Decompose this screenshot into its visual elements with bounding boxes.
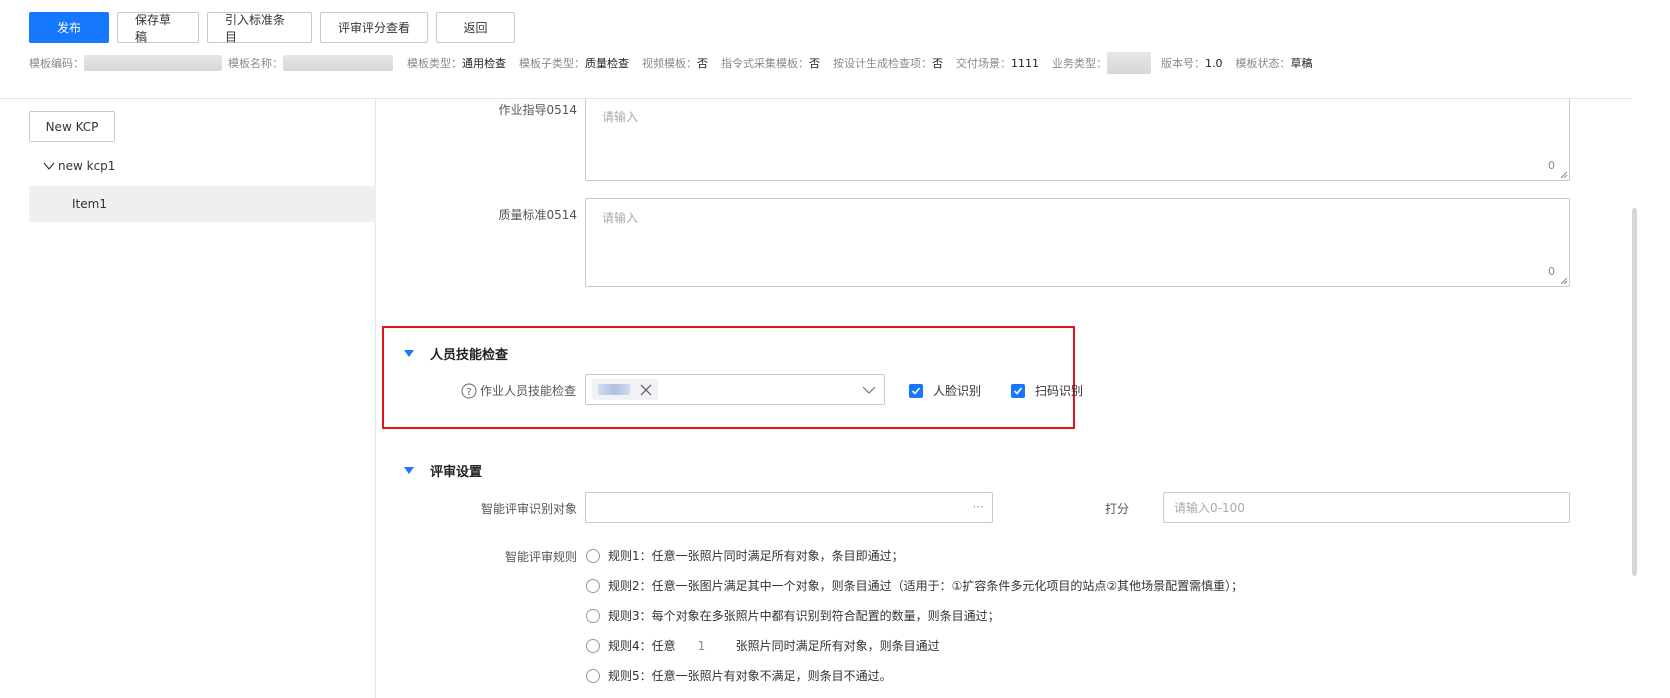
skill-section-header[interactable]: 人员技能检查	[404, 344, 508, 363]
scan-recognition-checkbox[interactable]: 扫码识别	[1011, 382, 1083, 399]
tree-node-kcp[interactable]: new kcp1	[42, 159, 115, 173]
template-type-label: 模板类型：	[407, 57, 462, 70]
delivery-scene-value: 1111	[1011, 56, 1039, 70]
publish-button[interactable]: 发布	[29, 12, 109, 43]
close-icon[interactable]	[640, 384, 652, 396]
more-icon[interactable]: ···	[973, 500, 984, 514]
template-type-value: 通用检查	[462, 57, 506, 70]
version-label: 版本号：	[1161, 57, 1205, 70]
save-draft-button[interactable]: 保存草稿	[117, 12, 199, 44]
collapse-triangle-icon	[404, 350, 414, 357]
template-code-label: 模板编码：	[29, 57, 84, 70]
rule2-label: 规则2：任意一张图片满足其中一个对象，则条目通过（适用于：①扩容条件多元化项目的…	[608, 579, 1244, 593]
selected-skill-tag	[592, 379, 658, 400]
tree-item-label: Item1	[72, 197, 107, 211]
template-subtype-value: 质量检查	[585, 57, 629, 70]
score-label: 打分	[1104, 502, 1129, 516]
business-type-redacted	[1107, 52, 1151, 74]
help-circle-icon[interactable]: ?	[461, 383, 477, 399]
resize-grip-icon[interactable]	[1560, 171, 1568, 179]
review-rules-label: 智能评审规则	[504, 550, 577, 564]
rule2-radio[interactable]: 规则2：任意一张图片满足其中一个对象，则条目通过（适用于：①扩容条件多元化项目的…	[586, 577, 1243, 594]
tree-item-item1[interactable]: Item1	[29, 186, 376, 222]
work-guide-counter: 0	[1548, 159, 1555, 172]
review-target-input[interactable]: ···	[585, 492, 993, 523]
quality-std-counter: 0	[1548, 265, 1555, 278]
page-root: 发布 保存草稿 引入标准条目 评审评分查看 返回 模板编码： 模板名称： 模板类…	[0, 0, 1670, 698]
rule4-radio[interactable]: 规则4：任意 1 张照片同时满足所有对象，则条目通过	[586, 637, 940, 654]
status-value: 草稿	[1290, 57, 1313, 70]
design-gen-value: 否	[932, 57, 943, 70]
kcp-tree-panel: New KCP new kcp1 Item1	[0, 99, 376, 698]
command-collect-value: 否	[809, 57, 820, 70]
collapse-triangle-icon	[404, 467, 414, 474]
delivery-scene-label: 交付场景：	[956, 57, 1011, 70]
work-guide-label: 作业指导0514	[498, 103, 577, 117]
tag-text-redacted	[598, 384, 630, 395]
skill-select[interactable]	[585, 374, 885, 405]
rule1-label: 规则1：任意一张照片同时满足所有对象，条目即通过；	[608, 549, 904, 563]
chevron-down-icon[interactable]	[862, 384, 876, 396]
radio-icon	[586, 608, 600, 623]
scan-recognition-label: 扫码识别	[1035, 384, 1084, 398]
back-button[interactable]: 返回	[436, 12, 515, 43]
design-gen-label: 按设计生成检查项：	[833, 57, 932, 70]
rule5-label: 规则5：任意一张照片有对象不满足，则条目不通过。	[608, 669, 892, 683]
quality-std-textarea[interactable]: 请输入 0	[585, 198, 1570, 287]
score-placeholder: 请输入0-100	[1174, 501, 1245, 515]
rule1-radio[interactable]: 规则1：任意一张照片同时满足所有对象，条目即通过；	[586, 547, 904, 564]
template-subtype-label: 模板子类型：	[519, 57, 585, 70]
score-input[interactable]: 请输入0-100	[1163, 492, 1570, 523]
tree-node-label: new kcp1	[58, 159, 116, 173]
rule4-prefix: 规则4：任意	[608, 639, 676, 653]
quality-std-placeholder: 请输入	[602, 211, 639, 225]
radio-icon	[586, 668, 600, 683]
face-recognition-checkbox[interactable]: 人脸识别	[909, 382, 981, 399]
review-score-button[interactable]: 评审评分查看	[320, 12, 428, 43]
work-guide-placeholder: 请输入	[602, 110, 639, 124]
work-guide-textarea[interactable]: 请输入 0	[585, 99, 1570, 181]
toolbar: 发布 保存草稿 引入标准条目 评审评分查看 返回	[29, 12, 515, 44]
skill-field-label-group: ? 作业人员技能检查	[461, 382, 576, 399]
rule3-label: 规则3：每个对象在多张照片中都有识别到符合配置的数量，则条目通过；	[608, 609, 1000, 623]
template-name-label: 模板名称：	[228, 57, 283, 70]
template-code-redacted	[84, 55, 222, 71]
skill-field-label: 作业人员技能检查	[480, 384, 577, 398]
rule3-radio[interactable]: 规则3：每个对象在多张照片中都有识别到符合配置的数量，则条目通过；	[586, 607, 1000, 624]
radio-icon	[586, 578, 600, 593]
quality-std-label: 质量标准0514	[498, 208, 577, 222]
review-target-label: 智能评审识别对象	[480, 502, 577, 516]
template-name-redacted	[283, 55, 393, 71]
video-template-value: 否	[697, 57, 708, 70]
new-kcp-button[interactable]: New KCP	[29, 111, 115, 142]
svg-text:?: ?	[466, 387, 471, 398]
checkbox-checked-icon	[1011, 383, 1025, 398]
scrollbar-thumb[interactable]	[1632, 208, 1637, 576]
business-type-label: 业务类型：	[1052, 57, 1107, 70]
template-meta: 模板编码： 模板名称： 模板类型： 通用检查 模板子类型： 质量检查 视频模板：…	[29, 52, 1326, 74]
item-form-panel: 作业指导0514 请输入 0 质量标准0514 请输入 0 人员技能检查 ? 作…	[377, 99, 1632, 698]
skill-section-title: 人员技能检查	[430, 348, 509, 363]
status-label: 模板状态：	[1235, 57, 1291, 70]
review-section-header[interactable]: 评审设置	[404, 461, 482, 480]
radio-icon	[586, 638, 600, 653]
rule4-count-input[interactable]: 1	[684, 639, 724, 653]
face-recognition-label: 人脸识别	[933, 384, 982, 398]
version-value: 1.0	[1205, 56, 1223, 70]
radio-icon	[586, 548, 600, 563]
video-template-label: 视频模板：	[642, 57, 697, 70]
rule5-radio[interactable]: 规则5：任意一张照片有对象不满足，则条目不通过。	[586, 667, 892, 684]
chevron-down-icon	[43, 162, 55, 170]
rule4-suffix: 张照片同时满足所有对象，则条目通过	[735, 639, 940, 653]
checkbox-checked-icon	[909, 383, 923, 398]
review-section-title: 评审设置	[430, 465, 483, 480]
resize-grip-icon[interactable]	[1560, 277, 1568, 285]
command-collect-label: 指令式采集模板：	[721, 57, 809, 70]
import-standard-button[interactable]: 引入标准条目	[207, 12, 312, 44]
